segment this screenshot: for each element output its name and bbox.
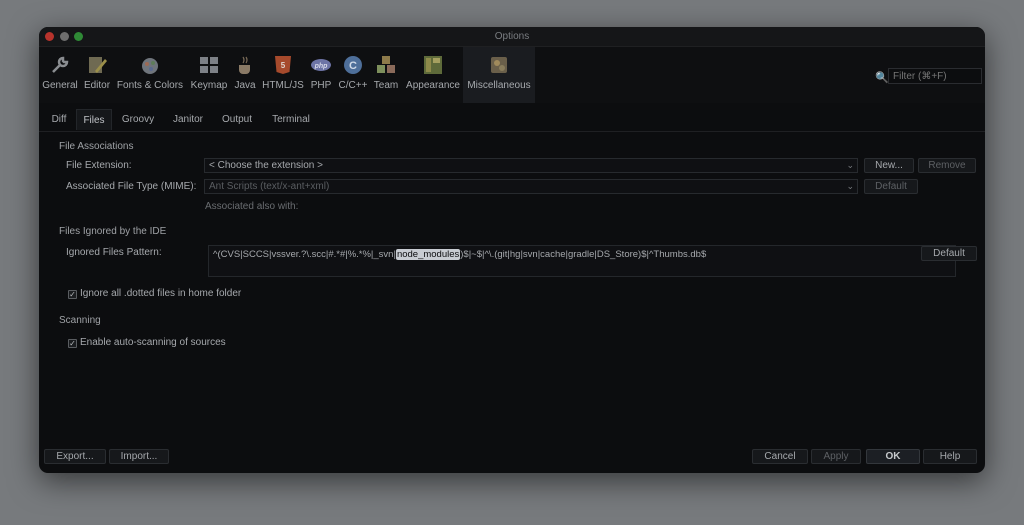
editor-icon [86, 54, 108, 76]
tab-terminal[interactable]: Terminal [265, 109, 317, 130]
category-php[interactable]: php PHP [307, 47, 335, 103]
mime-default-button[interactable]: Default [864, 179, 918, 194]
appearance-icon [422, 54, 444, 76]
category-editor[interactable]: Editor [81, 47, 113, 103]
svg-text:C: C [349, 60, 357, 72]
tab-diff[interactable]: Diff [45, 109, 73, 130]
window-title: Options [494, 31, 530, 42]
help-button[interactable]: Help [923, 449, 977, 464]
file-associations-heading: File Associations [59, 141, 134, 152]
category-keymap[interactable]: Keymap [188, 47, 230, 103]
category-general[interactable]: General [41, 47, 79, 103]
cpp-icon: C [342, 54, 364, 76]
apply-button[interactable]: Apply [811, 449, 861, 464]
tab-janitor[interactable]: Janitor [166, 109, 210, 130]
java-cup-icon [234, 54, 256, 76]
filter-input[interactable] [888, 68, 982, 84]
auto-scan-checkbox[interactable]: ✓ [68, 339, 77, 348]
pattern-default-button[interactable]: Default [921, 246, 977, 261]
options-window: Options General Editor Fonts & Colors Ke… [39, 27, 985, 473]
title-bar: Options [39, 27, 985, 47]
ignored-pattern-label: Ignored Files Pattern: [66, 247, 162, 258]
category-team[interactable]: Team [370, 47, 402, 103]
remove-extension-button[interactable]: Remove [918, 158, 976, 173]
export-button[interactable]: Export... [44, 449, 106, 464]
chevron-down-icon: ⌄ [846, 160, 854, 170]
import-button[interactable]: Import... [109, 449, 169, 464]
svg-text:5: 5 [281, 61, 286, 70]
html5-icon: 5 [272, 54, 294, 76]
file-extension-label: File Extension: [66, 160, 132, 171]
tab-output[interactable]: Output [215, 109, 259, 130]
category-miscellaneous[interactable]: Miscellaneous [463, 47, 535, 103]
tab-groovy[interactable]: Groovy [116, 109, 160, 130]
mime-type-label: Associated File Type (MIME): [66, 181, 197, 192]
ignore-dotted-label: Ignore all .dotted files in home folder [80, 288, 242, 299]
search-icon: 🔍 [875, 72, 889, 84]
tab-files[interactable]: Files [76, 109, 112, 130]
cancel-button[interactable]: Cancel [752, 449, 808, 464]
new-extension-button[interactable]: New... [864, 158, 914, 173]
team-icon [375, 54, 397, 76]
category-fonts-colors[interactable]: Fonts & Colors [115, 47, 185, 103]
svg-text:php: php [314, 63, 329, 70]
associated-also-with-label: Associated also with: [205, 201, 299, 212]
miscellaneous-icon [488, 54, 510, 76]
files-ignored-heading: Files Ignored by the IDE [59, 226, 167, 237]
tab-bar: Diff Files Groovy Janitor Output Termina… [39, 109, 985, 132]
keymap-icon [198, 54, 220, 76]
auto-scan-label: Enable auto-scanning of sources [80, 337, 226, 348]
selected-text: node_modules [395, 249, 461, 260]
ignore-dotted-checkbox[interactable]: ✓ [68, 290, 77, 299]
category-cpp[interactable]: C C/C++ [336, 47, 370, 103]
file-extension-combo[interactable]: < Choose the extension > ⌄ [204, 158, 858, 173]
ignored-pattern-field[interactable]: ^(CVS|SCCS|vssver.?\.scc|#.*#|%.*%|_svn|… [208, 245, 956, 277]
category-html-js[interactable]: 5 HTML/JS [260, 47, 306, 103]
chevron-down-icon: ⌄ [846, 181, 854, 191]
php-icon: php [310, 54, 332, 76]
mime-type-combo[interactable]: Ant Scripts (text/x-ant+xml) ⌄ [204, 179, 858, 194]
category-appearance[interactable]: Appearance [403, 47, 463, 103]
ok-button[interactable]: OK [866, 449, 920, 464]
category-toolbar: General Editor Fonts & Colors Keymap Jav… [39, 47, 985, 103]
fonts-colors-icon [139, 54, 161, 76]
scanning-heading: Scanning [59, 315, 101, 326]
category-java[interactable]: Java [230, 47, 260, 103]
wrench-icon [49, 54, 71, 76]
